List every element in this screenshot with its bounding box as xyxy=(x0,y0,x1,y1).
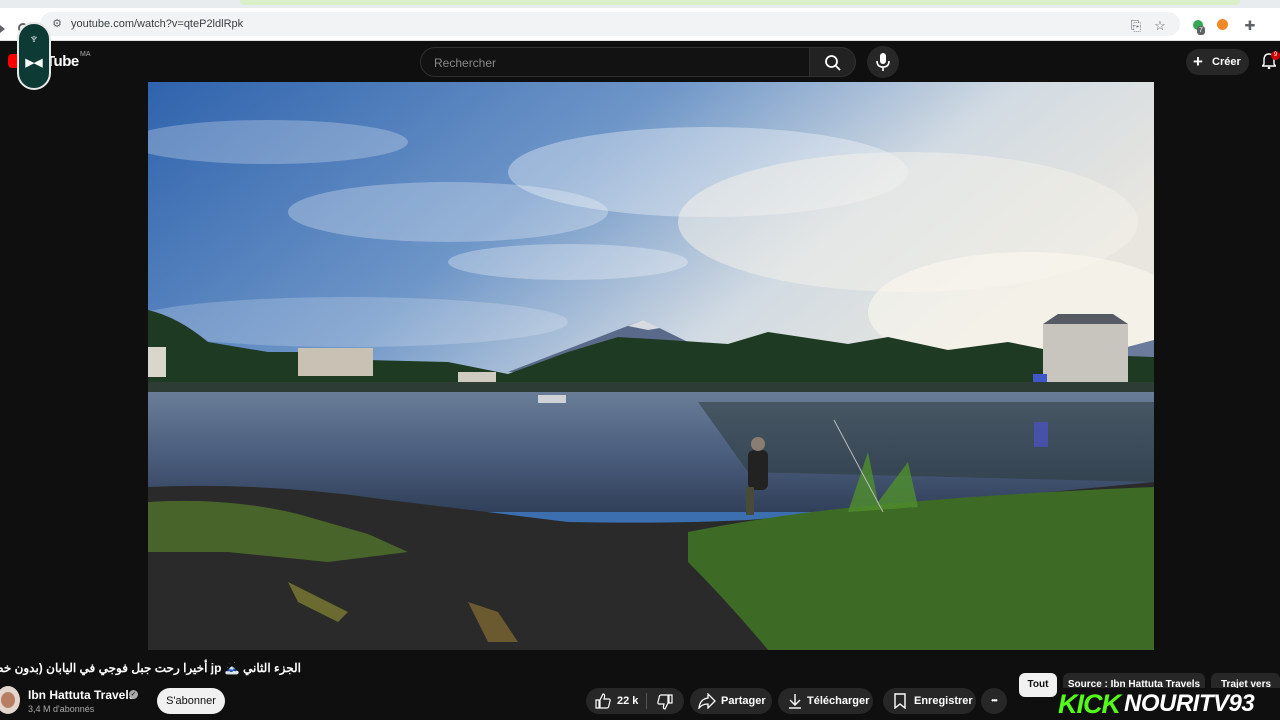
kick-logo-text: KICK xyxy=(1058,689,1121,719)
video-frame xyxy=(148,82,1154,650)
search-box xyxy=(420,47,810,78)
active-tab-indicator xyxy=(240,0,1240,5)
install-app-icon[interactable]: ⎘ xyxy=(1128,18,1144,34)
streamer-name: NOURITV93 xyxy=(1124,690,1255,717)
like-divider xyxy=(646,693,647,709)
back-icon[interactable] xyxy=(0,25,5,33)
search-button[interactable] xyxy=(810,47,856,77)
subscribe-button[interactable]: S'abonner xyxy=(157,688,225,714)
save-playlist-icon xyxy=(894,693,906,709)
extension-icon[interactable]: 7 xyxy=(1190,18,1206,35)
extensions-puzzle-icon[interactable]: ✚ xyxy=(1242,18,1258,34)
url-text[interactable]: youtube.com/watch?v=qteP2ldlRpk xyxy=(71,18,243,30)
thumbs-up-icon[interactable] xyxy=(595,693,611,709)
verified-checkmark-icon: ✓ xyxy=(129,690,138,699)
share-button[interactable]: Partager xyxy=(690,688,772,714)
more-actions-button[interactable]: ••• xyxy=(981,688,1007,714)
thumbs-down-icon[interactable] xyxy=(657,694,673,710)
video-player[interactable] xyxy=(148,82,1154,650)
subscriber-count: 3,4 M d'abonnés xyxy=(28,704,95,714)
extension-badge: 7 xyxy=(1197,26,1205,35)
streamer-overlay: KICK NOURITV93 xyxy=(1058,688,1280,720)
save-button[interactable]: Enregistrer xyxy=(883,688,976,714)
channel-name[interactable]: Ibn Hattuta Travels xyxy=(28,688,135,702)
country-code: MA xyxy=(80,51,91,58)
notification-count-badge: 9 xyxy=(1271,51,1280,60)
search-icon xyxy=(825,55,841,71)
save-label: Enregistrer xyxy=(914,695,973,707)
share-label: Partager xyxy=(721,695,766,707)
extension-orange-icon[interactable] xyxy=(1214,18,1230,34)
channel-watermark-logo: ♆ ▶◀ xyxy=(17,22,51,90)
voice-search-button[interactable] xyxy=(867,46,899,78)
plus-icon: + xyxy=(1193,52,1203,71)
video-title: الجزء الثاني 🗻 jp أخيرا رحت جبل فوجي في … xyxy=(0,661,301,675)
download-label: Télécharger xyxy=(807,695,870,707)
site-info-icon[interactable]: ⚙ xyxy=(50,17,64,31)
channel-avatar[interactable] xyxy=(0,686,20,714)
like-count[interactable]: 22 k xyxy=(617,688,638,714)
chip-all[interactable]: Tout xyxy=(1019,673,1057,697)
create-button[interactable]: + Créer xyxy=(1186,49,1249,75)
share-arrow-icon xyxy=(698,693,716,709)
create-label: Créer xyxy=(1212,56,1241,68)
bookmark-star-icon[interactable]: ☆ xyxy=(1152,18,1168,34)
like-dislike-group: 22 k xyxy=(586,688,684,714)
browser-tab-strip xyxy=(0,0,1280,8)
browser-toolbar: ⚙ youtube.com/watch?v=qteP2ldlRpk ⎘ ☆ 7 … xyxy=(0,8,1280,41)
microphone-icon xyxy=(876,53,890,71)
download-icon xyxy=(789,694,801,709)
download-button[interactable]: Télécharger xyxy=(778,688,873,714)
search-input[interactable] xyxy=(432,48,806,78)
